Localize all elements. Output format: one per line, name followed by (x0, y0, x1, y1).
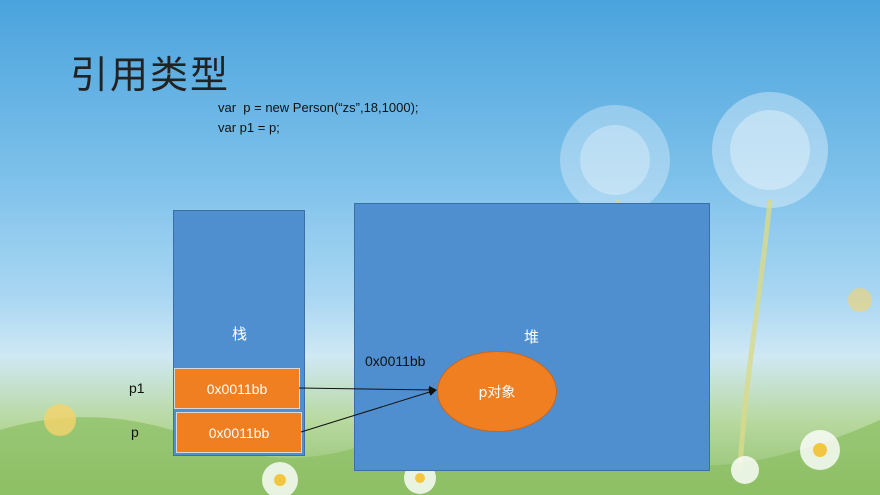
stack-label: 栈 (232, 325, 248, 343)
var-label-p: p (131, 424, 139, 440)
var-label-p1: p1 (129, 380, 145, 396)
heap-object: p对象 (437, 351, 557, 432)
code-line-1: var p = new Person(“zs”,18,1000); (218, 100, 419, 115)
heap-box: 堆 (354, 203, 710, 471)
slide: 引用类型 var p = new Person(“zs”,18,1000); v… (0, 0, 880, 495)
code-line-2: var p1 = p; (218, 120, 280, 135)
heap-label: 堆 (524, 328, 540, 346)
stack-cell-p1: 0x0011bb (174, 368, 300, 409)
stack-cell-p: 0x0011bb (176, 412, 302, 453)
heap-address: 0x0011bb (365, 353, 426, 369)
slide-title: 引用类型 (70, 53, 231, 97)
